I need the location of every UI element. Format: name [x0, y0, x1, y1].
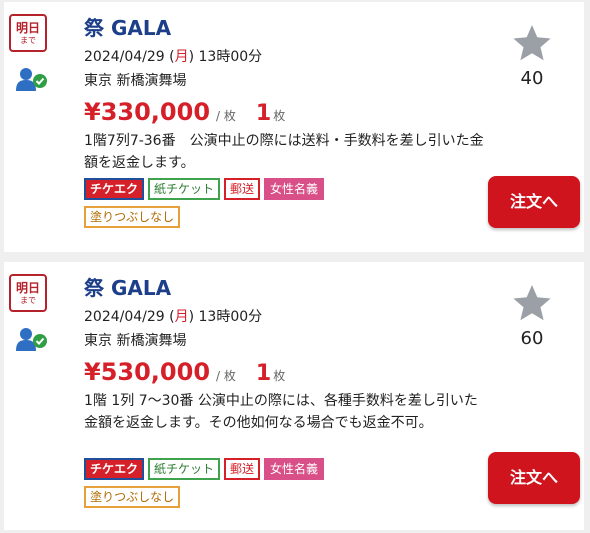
ticket-quantity: 1: [255, 101, 272, 126]
favorite-count: 60: [520, 328, 544, 349]
order-button[interactable]: 注文へ: [488, 176, 580, 228]
order-button[interactable]: 注文へ: [488, 452, 580, 504]
quantity-unit: 枚: [273, 369, 286, 383]
deadline-label: 明日: [15, 281, 40, 295]
quantity-unit: 枚: [273, 109, 286, 123]
event-date: 2024/04/29 (月) 13時00分: [84, 48, 262, 66]
tag-paper-ticket: 紙チケット: [148, 178, 221, 200]
deadline-badge: 明日 まで: [9, 274, 47, 312]
event-title[interactable]: 祭 GALA: [84, 276, 171, 300]
tag-chikeeku: チケエク: [84, 458, 145, 480]
listing-card[interactable]: 明日 まで 祭 GALA 2024/04/29 (月) 13時00分 東京 新橋…: [4, 2, 584, 252]
date-prefix: 2024/04/29 (: [84, 309, 175, 325]
tag-no-blackout: 塗りつぶしなし: [84, 486, 181, 508]
deadline-label: 明日: [15, 21, 40, 35]
date-suffix: ) 13時00分: [188, 309, 263, 325]
price-unit: / 枚: [216, 109, 236, 123]
deadline-sub: まで: [20, 296, 36, 305]
price-row: ¥530,000 / 枚 1枚: [84, 356, 285, 392]
seat-note: 1階7列7-36番 公演中止の際には送料・手数料を差し引いた金額を返金します。: [84, 133, 484, 171]
event-venue: 東京 新橋演舞場: [84, 73, 187, 89]
tag-paper-ticket: 紙チケット: [148, 458, 221, 480]
event-venue: 東京 新橋演舞場: [84, 333, 187, 349]
price-unit: / 枚: [216, 369, 236, 383]
ticket-quantity: 1: [255, 361, 272, 386]
verified-user-icon: [16, 328, 47, 351]
tag-mail-delivery: 郵送: [224, 458, 261, 480]
deadline-sub: まで: [20, 36, 36, 45]
ticket-price: ¥530,000: [84, 358, 211, 386]
tag-no-blackout: 塗りつぶしなし: [84, 206, 181, 228]
date-suffix: ) 13時00分: [188, 49, 263, 65]
tag-list: チケエク 紙チケット 郵送 女性名義塗りつぶしなし: [84, 178, 414, 234]
favorite-count: 40: [520, 68, 544, 89]
event-date: 2024/04/29 (月) 13時00分: [84, 308, 262, 326]
date-prefix: 2024/04/29 (: [84, 49, 175, 65]
event-title[interactable]: 祭 GALA: [84, 16, 171, 40]
star-icon[interactable]: [512, 24, 552, 62]
listing-card[interactable]: 明日 まで 祭 GALA 2024/04/29 (月) 13時00分 東京 新橋…: [4, 262, 584, 530]
tag-female-name: 女性名義: [264, 458, 325, 480]
verified-user-icon: [16, 68, 47, 91]
day-of-week: 月: [174, 309, 189, 325]
tag-chikeeku: チケエク: [84, 178, 145, 200]
deadline-badge: 明日 まで: [9, 14, 47, 52]
seat-note: 1階 1列 7～30番 公演中止の際には、各種手数料を差し引いた金額を返金します…: [84, 393, 478, 431]
listing-list: 明日 まで 祭 GALA 2024/04/29 (月) 13時00分 東京 新橋…: [0, 0, 590, 533]
day-of-week: 月: [174, 49, 189, 65]
tag-mail-delivery: 郵送: [224, 178, 261, 200]
star-icon[interactable]: [512, 284, 552, 322]
ticket-price: ¥330,000: [84, 98, 211, 126]
tag-female-name: 女性名義: [264, 178, 325, 200]
tag-list: チケエク 紙チケット 郵送 女性名義塗りつぶしなし: [84, 458, 414, 514]
price-row: ¥330,000 / 枚 1枚: [84, 96, 285, 132]
